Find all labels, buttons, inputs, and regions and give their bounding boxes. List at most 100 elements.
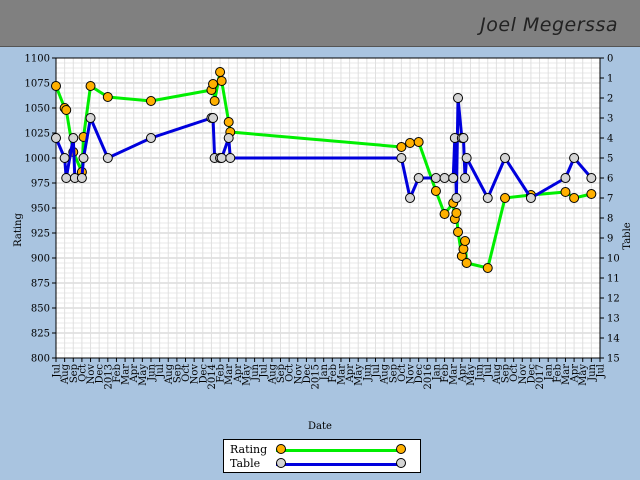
table-point xyxy=(413,173,424,183)
legend-item-rating: Rating xyxy=(224,443,420,457)
rating-point xyxy=(216,76,227,86)
y-tick-label: 975 xyxy=(31,179,50,190)
y2-tick-label: 7 xyxy=(607,194,613,205)
rating-point xyxy=(145,96,156,106)
rating-point xyxy=(413,137,424,147)
rating-point xyxy=(61,105,72,115)
y-tick-label: 1000 xyxy=(25,154,50,165)
table-point xyxy=(145,133,156,143)
rating-point xyxy=(461,258,472,268)
y2-tick-label: 4 xyxy=(607,134,613,145)
table-point xyxy=(525,193,536,203)
table-point xyxy=(439,173,450,183)
y2-tick-label: 2 xyxy=(607,94,613,105)
y2-tick-label: 9 xyxy=(607,234,613,245)
table-point xyxy=(61,173,72,183)
x-tick-label: Jul xyxy=(596,364,607,379)
legend-marker-rating xyxy=(396,444,406,454)
y2-tick-label: 5 xyxy=(607,154,613,165)
rating-point xyxy=(209,96,220,106)
rating-point xyxy=(85,81,96,91)
table-point xyxy=(68,133,79,143)
y-tick-label: 1100 xyxy=(25,54,50,65)
legend-label-rating: Rating xyxy=(230,443,268,456)
legend-marker-table xyxy=(396,458,406,468)
table-point xyxy=(102,153,113,163)
rating-point xyxy=(451,208,462,218)
rating-point xyxy=(460,236,471,246)
rating-point xyxy=(102,92,113,102)
table-point xyxy=(482,193,493,203)
rating-point xyxy=(430,186,441,196)
y-tick-label: 925 xyxy=(31,229,50,240)
legend-line-rating xyxy=(276,449,402,452)
table-point xyxy=(208,113,219,123)
table-point xyxy=(396,153,407,163)
table-point xyxy=(85,113,96,123)
legend-line-table xyxy=(276,463,402,466)
table-point xyxy=(78,153,89,163)
table-point xyxy=(59,153,70,163)
table-point xyxy=(569,153,580,163)
rating-point xyxy=(560,187,571,197)
legend: Rating Table xyxy=(223,439,421,473)
legend-marker-table xyxy=(276,458,286,468)
table-point xyxy=(460,173,471,183)
table-point xyxy=(430,173,441,183)
rating-point xyxy=(500,193,511,203)
rating-point xyxy=(51,81,61,91)
legend-item-table: Table xyxy=(224,457,420,471)
rating-point xyxy=(453,227,464,237)
y-tick-label: 1025 xyxy=(25,129,50,140)
table-point xyxy=(225,153,236,163)
table-point xyxy=(461,153,472,163)
y2-tick-label: 15 xyxy=(607,354,620,365)
y2-tick-label: 3 xyxy=(607,114,613,125)
table-point xyxy=(458,133,469,143)
table-point xyxy=(560,173,571,183)
table-point xyxy=(448,173,459,183)
y-tick-label: 950 xyxy=(31,204,50,215)
y2-tick-label: 6 xyxy=(607,174,613,185)
y2-axis-title: Table xyxy=(622,222,633,249)
y2-tick-label: 12 xyxy=(607,294,620,305)
y2-tick-label: 1 xyxy=(607,74,613,85)
rating-point xyxy=(458,244,469,254)
rating-point xyxy=(208,79,219,89)
y-axis-table: 0123456789101112131415 xyxy=(600,54,620,365)
y2-tick-label: 10 xyxy=(607,254,620,265)
table-point xyxy=(223,133,234,143)
y2-tick-label: 0 xyxy=(607,54,613,65)
table-point xyxy=(51,133,61,143)
table-point xyxy=(586,173,597,183)
table-point xyxy=(76,173,87,183)
y2-tick-label: 8 xyxy=(607,214,613,225)
table-point xyxy=(405,193,416,203)
y-tick-label: 900 xyxy=(31,254,50,265)
rating-point xyxy=(439,209,450,219)
y2-tick-label: 13 xyxy=(607,314,620,325)
rating-point xyxy=(396,142,407,152)
y-tick-label: 1075 xyxy=(25,79,50,90)
y2-tick-label: 14 xyxy=(607,334,620,345)
rating-point xyxy=(223,117,234,127)
rating-point xyxy=(405,138,416,148)
y-tick-label: 875 xyxy=(31,279,50,290)
y-tick-label: 800 xyxy=(31,354,50,365)
rating-table-chart: 800 825 8 5 0 875 900 925 950 975 1000 1025 1050 1075… xyxy=(13,54,633,433)
grid xyxy=(55,57,601,359)
y-tick-label: 1050 xyxy=(25,104,50,115)
y-tick-label: 825 xyxy=(31,329,50,340)
y-axis-title: Rating xyxy=(13,213,24,247)
table-point xyxy=(453,93,464,103)
table-point xyxy=(500,153,511,163)
rating-point xyxy=(569,193,580,203)
table-point xyxy=(216,153,227,163)
rating-point xyxy=(482,263,493,273)
legend-label-table: Table xyxy=(230,457,261,470)
rating-point xyxy=(586,189,597,199)
x-axis-title: Date xyxy=(308,421,332,432)
legend-marker-rating xyxy=(276,444,286,454)
y-axis-rating: 800 825 850 875 900 925 950 975 1000 1025 1050 1075… xyxy=(25,54,56,365)
table-point xyxy=(451,193,462,203)
